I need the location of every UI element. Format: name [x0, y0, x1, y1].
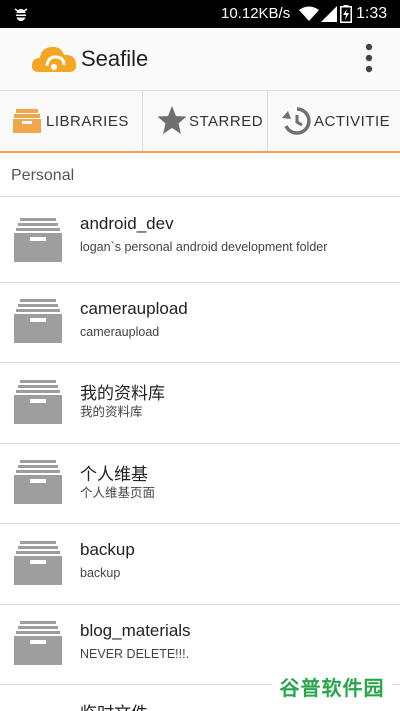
library-item[interactable]: cameraupload cameraupload	[0, 283, 400, 363]
watermark: 谷普软件园	[272, 669, 392, 703]
tab-libraries[interactable]: LIBRARIES	[0, 91, 143, 151]
library-name: 个人维基	[80, 465, 148, 484]
library-repo-icon	[14, 621, 62, 665]
library-desc: backup	[80, 566, 121, 580]
library-name: cameraupload	[80, 299, 188, 318]
action-bar: Seafile	[0, 28, 400, 91]
tab-starred[interactable]: STARRED	[143, 91, 268, 151]
wifi-icon	[299, 6, 319, 21]
library-desc: logan`s personal android development fol…	[80, 240, 328, 254]
library-name: blog_materials	[80, 621, 191, 640]
library-item[interactable]: 个人维基 个人维基页面	[0, 444, 400, 524]
star-icon	[157, 106, 187, 134]
tab-libraries-label: LIBRARIES	[46, 113, 129, 130]
library-item[interactable]: backup backup	[0, 524, 400, 605]
library-item[interactable]: 我的资料库 我的资料库	[0, 363, 400, 444]
status-bar: 10.12KB/s 1:33	[0, 0, 400, 28]
tab-starred-label: STARRED	[189, 113, 264, 130]
overflow-menu-icon[interactable]	[362, 42, 376, 76]
clock: 1:33	[356, 5, 388, 22]
signal-icon	[321, 6, 337, 22]
library-desc: cameraupload	[80, 325, 160, 339]
bug-icon	[14, 8, 28, 21]
tab-bar: LIBRARIES STARRED ACTIVITIE	[0, 91, 400, 243]
tab-activities[interactable]: ACTIVITIE	[268, 91, 400, 151]
library-repo-icon	[14, 218, 62, 262]
library-desc: 我的资料库	[80, 405, 143, 419]
section-header: Personal	[0, 153, 400, 197]
library-repo-icon	[14, 380, 62, 424]
watermark-text: 谷普软件园	[279, 677, 385, 700]
library-desc: 个人维基页面	[80, 486, 156, 500]
tab-activities-label: ACTIVITIE	[314, 113, 391, 130]
seafile-cloud-logo-icon	[31, 46, 77, 72]
history-icon	[282, 107, 311, 135]
libraries-icon	[13, 109, 41, 133]
library-desc: NEVER DELETE!!!.	[80, 647, 190, 661]
network-speed: 10.12KB/s	[221, 5, 291, 22]
library-repo-icon	[14, 541, 62, 585]
library-name: backup	[80, 540, 135, 559]
library-name: android_dev	[80, 214, 174, 233]
library-list: android_dev logan`s personal android dev…	[0, 198, 400, 711]
library-name: 临时文件	[80, 699, 148, 711]
app-title: Seafile	[81, 46, 149, 71]
library-repo-icon	[14, 299, 62, 343]
library-name: 我的资料库	[80, 384, 165, 403]
battery-icon	[340, 5, 352, 23]
library-repo-icon	[14, 460, 62, 504]
library-item[interactable]: android_dev logan`s personal android dev…	[0, 198, 400, 283]
section-title: Personal	[11, 167, 75, 184]
